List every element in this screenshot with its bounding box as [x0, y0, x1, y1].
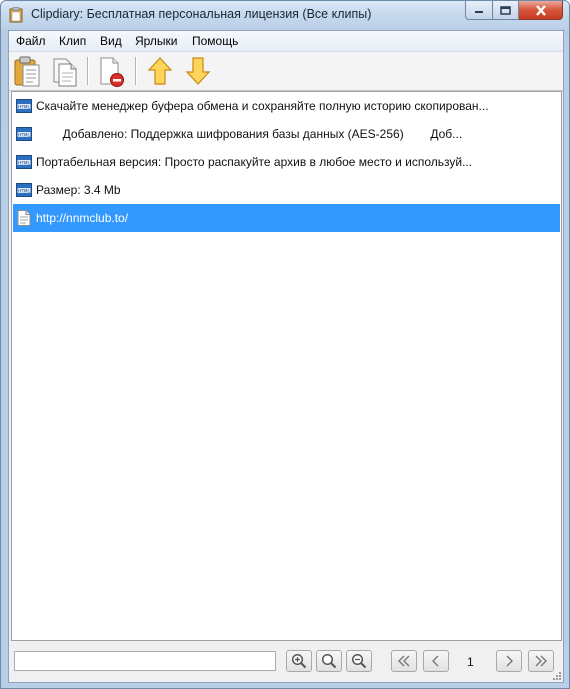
html-clip-icon: HTML: [16, 183, 32, 197]
menu-file[interactable]: Файл: [13, 34, 49, 48]
bottom-bar: 1: [9, 642, 563, 682]
toolbar-separator: [135, 57, 137, 85]
minimize-button[interactable]: [465, 1, 493, 20]
clip-row[interactable]: HTML Размер: 3.4 Mb: [13, 176, 560, 204]
menu-help[interactable]: Помощь: [189, 34, 241, 48]
menu-bar: Файл Клип Вид Ярлыки Помощь: [9, 31, 563, 52]
title-bar[interactable]: Clipdiary: Бесплатная персональная лицен…: [1, 1, 569, 29]
search-input[interactable]: [14, 651, 276, 671]
resize-grip-icon[interactable]: [552, 671, 562, 681]
arrow-up-icon: [147, 57, 173, 85]
zoom-in-icon: [291, 653, 307, 669]
maximize-button[interactable]: [493, 1, 519, 20]
maximize-icon: [500, 5, 511, 15]
clip-text: Добавлено: Поддержка шифрования базы дан…: [36, 127, 463, 141]
page-number: 1: [467, 655, 474, 669]
menu-view[interactable]: Вид: [97, 34, 125, 48]
svg-text:HTML: HTML: [18, 188, 30, 193]
double-chevron-right-icon: [535, 655, 547, 667]
chevron-left-icon: [432, 655, 439, 667]
clip-text: http://nnmclub.to/: [36, 211, 129, 225]
app-window: Clipdiary: Бесплатная персональная лицен…: [0, 0, 570, 689]
clip-row[interactable]: HTML Скачайте менеджер буфера обмена и с…: [13, 92, 560, 120]
clipboard-paste-icon: [14, 56, 40, 87]
svg-text:HTML: HTML: [18, 132, 30, 137]
clip-text: Размер: 3.4 Mb: [36, 183, 121, 197]
clip-row-selected[interactable]: http://nnmclub.to/: [13, 204, 560, 232]
close-icon: [535, 4, 546, 16]
double-chevron-left-icon: [398, 655, 410, 667]
clip-text: Портабельная версия: Просто распакуйте а…: [36, 155, 473, 169]
last-page-button[interactable]: [528, 650, 554, 672]
delete-clip-button[interactable]: [95, 54, 127, 88]
chevron-right-icon: [506, 655, 513, 667]
zoom-reset-button[interactable]: [316, 650, 342, 672]
client-area: Файл Клип Вид Ярлыки Помощь HTML Скачайт…: [8, 30, 564, 683]
zoom-out-button[interactable]: [346, 650, 372, 672]
delete-clip-icon: [100, 57, 124, 87]
text-clip-icon: [17, 210, 31, 226]
menu-clip[interactable]: Клип: [56, 34, 89, 48]
toolbar-separator: [87, 57, 89, 85]
html-clip-icon: HTML: [16, 99, 32, 113]
magnifier-icon: [321, 653, 337, 669]
prev-page-button[interactable]: [423, 650, 449, 672]
html-clip-icon: HTML: [16, 127, 32, 141]
menu-shortcuts[interactable]: Ярлыки: [132, 34, 181, 48]
clip-row[interactable]: HTML Портабельная версия: Просто распаку…: [13, 148, 560, 176]
next-page-button[interactable]: [496, 650, 522, 672]
caption-buttons: [465, 1, 563, 21]
zoom-out-icon: [351, 653, 367, 669]
copy-button[interactable]: [49, 54, 81, 88]
toolbar: [9, 52, 563, 91]
window-title: Clipdiary: Бесплатная персональная лицен…: [31, 7, 372, 21]
svg-text:HTML: HTML: [18, 104, 30, 109]
arrow-down-icon: [185, 57, 211, 85]
move-down-button[interactable]: [182, 54, 214, 88]
move-up-button[interactable]: [144, 54, 176, 88]
minimize-icon: [475, 11, 483, 13]
zoom-in-button[interactable]: [286, 650, 312, 672]
html-clip-icon: HTML: [16, 155, 32, 169]
close-button[interactable]: [519, 1, 563, 20]
svg-text:HTML: HTML: [18, 160, 30, 165]
clip-row[interactable]: HTML Добавлено: Поддержка шифрования баз…: [13, 120, 560, 148]
clip-list[interactable]: HTML Скачайте менеджер буфера обмена и с…: [11, 91, 562, 641]
clipboard-app-icon: [9, 7, 23, 23]
copy-document-icon: [53, 58, 77, 87]
first-page-button[interactable]: [391, 650, 417, 672]
paste-button[interactable]: [12, 54, 44, 88]
clip-text: Скачайте менеджер буфера обмена и сохран…: [36, 99, 489, 113]
